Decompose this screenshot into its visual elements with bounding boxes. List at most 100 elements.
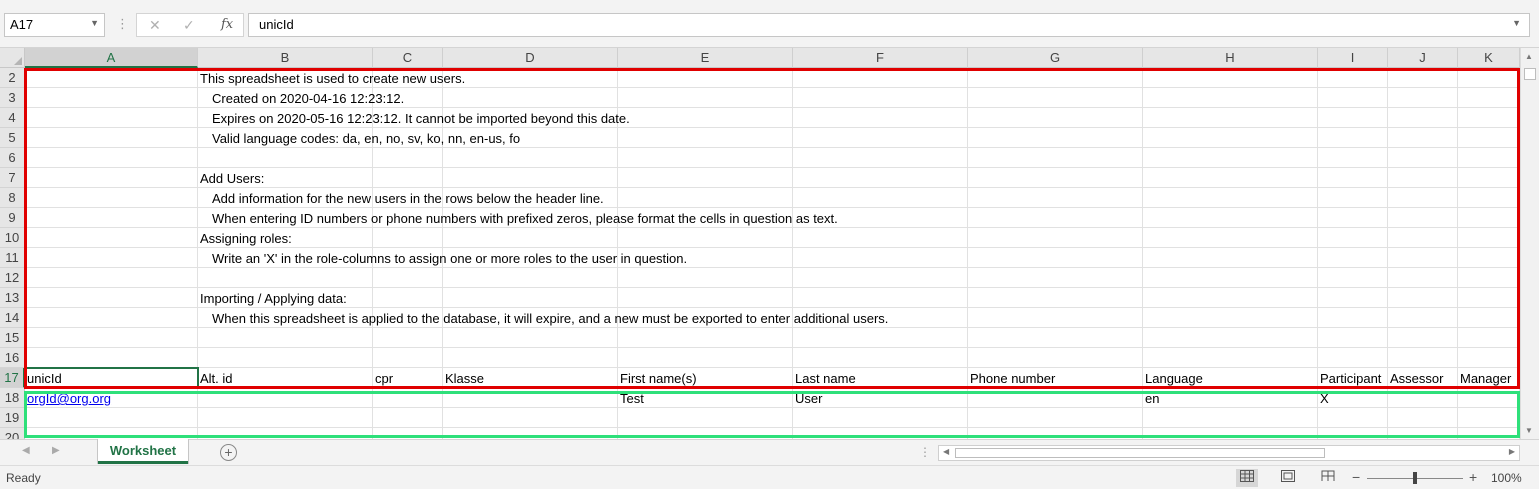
chevron-down-icon[interactable]: ▼: [90, 18, 99, 28]
cell-i17[interactable]: Participant: [1318, 368, 1381, 388]
column-header-i[interactable]: I: [1318, 48, 1388, 68]
row-header-13[interactable]: 13: [0, 288, 25, 308]
column-header-a[interactable]: A: [25, 48, 198, 68]
cell-f18[interactable]: User: [793, 388, 822, 408]
formula-bar: A17 ▼ ⋮ ✕ ✓ fx unicId ▼: [0, 0, 1539, 48]
zoom-slider-thumb[interactable]: [1413, 472, 1417, 484]
cell-b10[interactable]: Assigning roles:: [198, 228, 292, 248]
cell-a18[interactable]: orgId@org.org: [25, 388, 111, 408]
column-header-g[interactable]: G: [968, 48, 1143, 68]
data-highlight-box: [24, 391, 1520, 438]
formula-input[interactable]: unicId ▼: [248, 13, 1530, 37]
plus-circle-icon[interactable]: +: [220, 444, 237, 461]
column-header-b[interactable]: B: [198, 48, 373, 68]
cell-c17[interactable]: cpr: [373, 368, 393, 388]
row-header-4[interactable]: 4: [0, 108, 25, 128]
row-gridline: [25, 367, 1520, 368]
row-header-5[interactable]: 5: [0, 128, 25, 148]
column-header-f[interactable]: F: [793, 48, 968, 68]
cell-b4[interactable]: Expires on 2020-05-16 12:23:12. It canno…: [198, 108, 630, 128]
status-text: Ready: [6, 471, 41, 485]
cell-b14[interactable]: When this spreadsheet is applied to the …: [198, 308, 888, 328]
formula-bar-grip-icon: ⋮: [116, 16, 129, 31]
row-gridline: [25, 347, 1520, 348]
sheet-tab-strip: ◀ ▶ Worksheet + ⋮ ◀ ▶: [0, 439, 1539, 465]
row-header-14[interactable]: 14: [0, 308, 25, 328]
formula-content: unicId: [259, 17, 294, 32]
vertical-scrollbar[interactable]: ▲ ▼: [1520, 48, 1539, 439]
row-header-7[interactable]: 7: [0, 168, 25, 188]
cell-h18[interactable]: en: [1143, 388, 1159, 408]
cell-h17[interactable]: Language: [1143, 368, 1203, 388]
cell-b8[interactable]: Add information for the new users in the…: [198, 188, 604, 208]
check-icon[interactable]: ✓: [183, 17, 195, 34]
zoom-percentage[interactable]: 100%: [1491, 471, 1522, 485]
cell-b11[interactable]: Write an 'X' in the role-columns to assi…: [198, 248, 687, 268]
worksheet-grid[interactable]: A B C D E F G H I J K 2 This spreadsheet is used to …: [0, 48, 1520, 439]
column-header-e[interactable]: E: [618, 48, 793, 68]
row-header-9[interactable]: 9: [0, 208, 25, 228]
split-handle-icon[interactable]: ⋮: [919, 445, 931, 459]
row-header-18[interactable]: 18: [0, 388, 25, 408]
row-header-8[interactable]: 8: [0, 188, 25, 208]
zoom-in-button[interactable]: +: [1469, 469, 1477, 485]
row-header-15[interactable]: 15: [0, 328, 25, 348]
name-box-value: A17: [10, 17, 34, 32]
scroll-right-icon[interactable]: ▶: [1509, 447, 1515, 456]
chevron-down-icon[interactable]: ▼: [1512, 18, 1521, 28]
select-all-corner[interactable]: [0, 48, 25, 68]
cell-b17[interactable]: Alt. id: [198, 368, 233, 388]
close-icon[interactable]: ✕: [149, 17, 161, 34]
row-header-10[interactable]: 10: [0, 228, 25, 248]
row-gridline: [25, 427, 1520, 428]
cell-b2[interactable]: This spreadsheet is used to create new u…: [198, 68, 465, 88]
column-header-c[interactable]: C: [373, 48, 443, 68]
cell-b13[interactable]: Importing / Applying data:: [198, 288, 347, 308]
zoom-out-button[interactable]: −: [1352, 469, 1360, 485]
cell-b7[interactable]: Add Users:: [198, 168, 264, 188]
row-header-3[interactable]: 3: [0, 88, 25, 108]
sheet-tab-worksheet[interactable]: Worksheet: [98, 439, 188, 464]
status-bar: Ready − + 100%: [0, 465, 1539, 489]
selected-cell-outline: [24, 367, 199, 388]
row-gridline: [25, 387, 1520, 388]
cell-e18[interactable]: Test: [618, 388, 644, 408]
cell-f17[interactable]: Last name: [793, 368, 856, 388]
cell-k17[interactable]: Manager: [1458, 368, 1511, 388]
horizontal-scroll-thumb[interactable]: [955, 448, 1325, 458]
row-header-20[interactable]: 20: [0, 428, 25, 439]
grid-view-icon[interactable]: [1236, 469, 1258, 487]
column-header-h[interactable]: H: [1143, 48, 1318, 68]
row-header-2[interactable]: 2: [0, 68, 25, 88]
cell-b5[interactable]: Valid language codes: da, en, no, sv, ko…: [198, 128, 520, 148]
column-header-k[interactable]: K: [1458, 48, 1520, 68]
vertical-scroll-thumb[interactable]: [1524, 68, 1536, 80]
fx-icon[interactable]: fx: [221, 17, 233, 32]
cell-e17[interactable]: First name(s): [618, 368, 697, 388]
formula-buttons: ✕ ✓ fx: [136, 13, 244, 37]
column-header-d[interactable]: D: [443, 48, 618, 68]
cell-i18[interactable]: X: [1318, 388, 1329, 408]
row-header-11[interactable]: 11: [0, 248, 25, 268]
row-gridline: [25, 407, 1520, 408]
cell-g17[interactable]: Phone number: [968, 368, 1055, 388]
cell-b3[interactable]: Created on 2020-04-16 12:23:12.: [198, 88, 404, 108]
scroll-down-icon[interactable]: ▼: [1525, 426, 1533, 435]
scroll-left-icon[interactable]: ◀: [943, 447, 949, 456]
horizontal-scrollbar[interactable]: ◀ ▶: [938, 445, 1520, 461]
triangle-right-icon[interactable]: ▶: [52, 445, 60, 456]
name-box[interactable]: A17 ▼: [4, 13, 105, 37]
row-header-12[interactable]: 12: [0, 268, 25, 288]
cell-b9[interactable]: When entering ID numbers or phone number…: [198, 208, 838, 228]
cell-j17[interactable]: Assessor: [1388, 368, 1443, 388]
row-header-16[interactable]: 16: [0, 348, 25, 368]
scroll-up-icon[interactable]: ▲: [1525, 52, 1533, 61]
page-layout-icon[interactable]: [1277, 469, 1299, 487]
triangle-left-icon[interactable]: ◀: [22, 445, 30, 456]
row-header-19[interactable]: 19: [0, 408, 25, 428]
row-header-17[interactable]: 17: [0, 368, 25, 388]
page-break-icon[interactable]: [1317, 469, 1339, 487]
cell-d17[interactable]: Klasse: [443, 368, 484, 388]
column-header-j[interactable]: J: [1388, 48, 1458, 68]
row-header-6[interactable]: 6: [0, 148, 25, 168]
